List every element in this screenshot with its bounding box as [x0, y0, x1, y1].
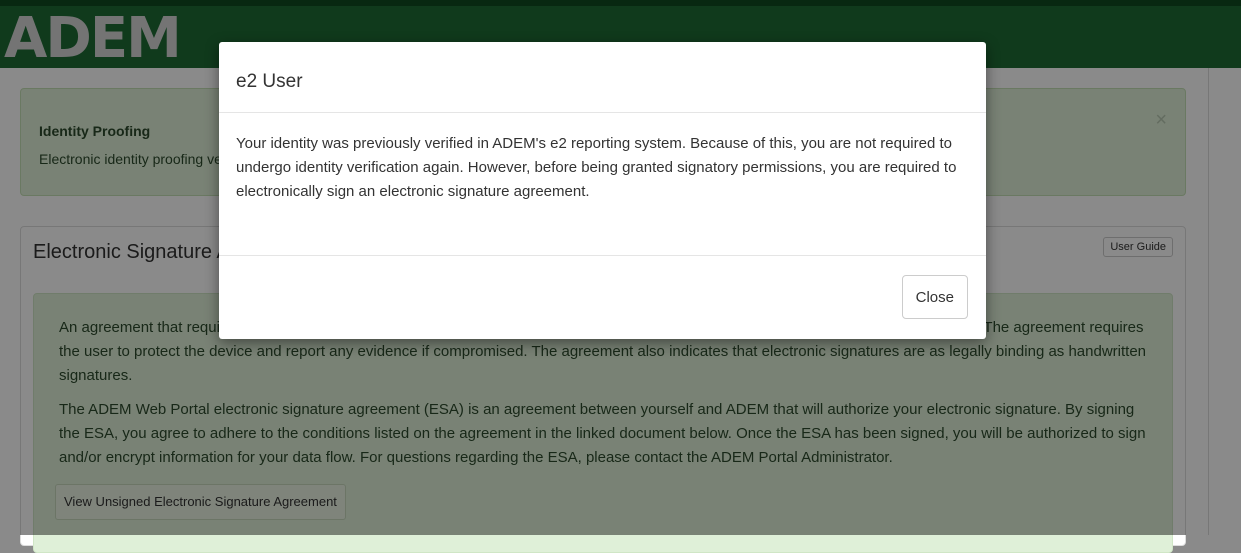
modal-title: e2 User [236, 71, 303, 92]
modal-body-text: Your identity was previously verified in… [236, 135, 957, 200]
modal-header-divider [219, 112, 986, 113]
modal-footer-divider [219, 255, 986, 256]
e2-user-modal: e2 User Your identity was previously ver… [219, 42, 986, 339]
close-button[interactable]: Close [901, 275, 968, 319]
